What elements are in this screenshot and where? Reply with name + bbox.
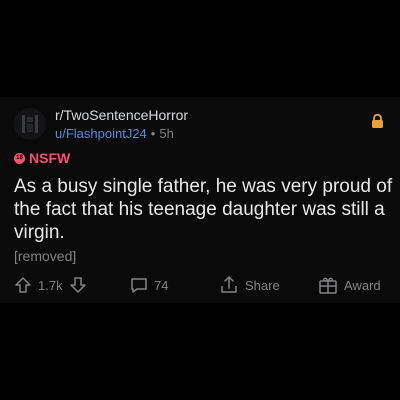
- post-age: 5h: [159, 126, 174, 141]
- comment-count: 74: [154, 277, 169, 293]
- award-icon: [319, 277, 337, 294]
- post-card[interactable]: r/TwoSentenceHorror u/FlashpointJ24 • 5h 1…: [0, 97, 400, 303]
- upvote-icon: [15, 277, 31, 293]
- lock-icon: [371, 113, 384, 133]
- downvote-button[interactable]: [69, 274, 87, 296]
- nsfw-icon: 18: [14, 152, 25, 164]
- comments-button[interactable]: 74: [130, 274, 168, 296]
- award-button[interactable]: Award: [318, 274, 381, 296]
- subreddit-name[interactable]: r/TwoSentenceHorror: [55, 107, 188, 124]
- author-link[interactable]: u/FlashpointJ24: [55, 126, 147, 141]
- post-body: [removed]: [14, 248, 77, 264]
- meta-separator: •: [150, 126, 156, 141]
- post-title[interactable]: As a busy single father, he was very pro…: [14, 175, 394, 244]
- award-label: Award: [344, 277, 381, 293]
- action-bar: 1.7k 74 Share Award: [0, 274, 400, 296]
- nsfw-tag: 18 NSFW: [14, 150, 70, 166]
- nsfw-label: NSFW: [29, 150, 71, 166]
- share-button[interactable]: Share: [219, 274, 280, 296]
- share-icon: [221, 276, 237, 293]
- upvote-button[interactable]: [14, 274, 32, 296]
- downvote-icon: [70, 277, 86, 293]
- subreddit-avatar-icon[interactable]: [14, 108, 46, 140]
- vote-score: 1.7k: [38, 277, 63, 293]
- comment-icon: [131, 278, 147, 293]
- post-meta: r/TwoSentenceHorror u/FlashpointJ24 • 5h: [55, 107, 188, 142]
- share-label: Share: [245, 277, 280, 293]
- author-line: u/FlashpointJ24 • 5h: [55, 125, 188, 142]
